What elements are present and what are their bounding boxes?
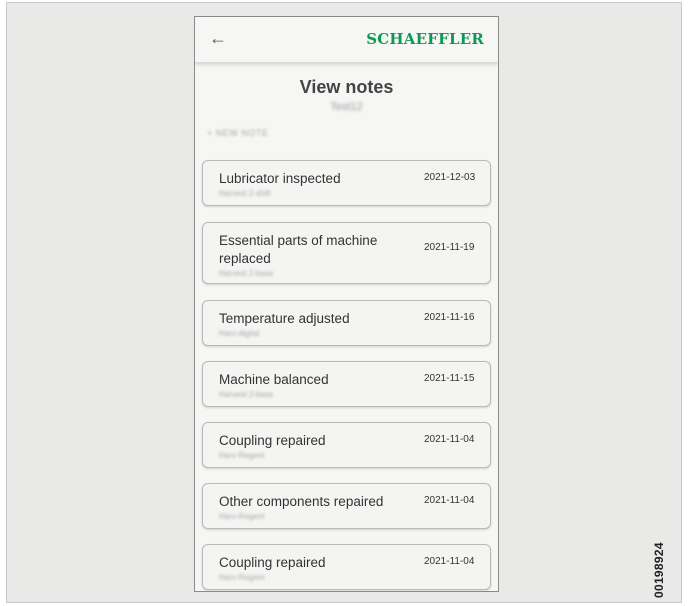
note-date: 2021-11-04 bbox=[424, 434, 475, 445]
note-subtitle: Harv-Regent bbox=[219, 451, 265, 460]
page-title: View notes bbox=[299, 77, 394, 97]
note-subtitle: Harvest 2-base bbox=[219, 269, 274, 278]
note-title: Coupling repaired bbox=[219, 433, 326, 448]
note-date: 2021-11-04 bbox=[424, 556, 475, 567]
note-card[interactable]: Coupling repaired Harv-Regent 2021-11-04 bbox=[202, 544, 491, 590]
app-bar: ← SCHAEFFLER bbox=[195, 17, 498, 63]
note-card[interactable]: Essential parts of machine replaced Harv… bbox=[202, 222, 491, 284]
note-card[interactable]: Coupling repaired Harv-Regent 2021-11-04 bbox=[202, 422, 491, 468]
brand-logo: SCHAEFFLER bbox=[366, 30, 484, 48]
note-title: Other components repaired bbox=[219, 494, 384, 509]
note-subtitle: Harv-Regent bbox=[219, 573, 265, 582]
note-date: 2021-11-16 bbox=[424, 312, 475, 323]
note-card[interactable]: Lubricator inspected Harvest 2-shift 202… bbox=[202, 160, 491, 206]
phone-screen: ← SCHAEFFLER View notes Test12 + NEW NOT… bbox=[194, 16, 499, 592]
note-title: Temperature adjusted bbox=[219, 311, 350, 326]
page-subtitle: Test12 bbox=[330, 101, 363, 113]
note-title: Coupling repaired bbox=[219, 555, 326, 570]
note-subtitle: Harv-digital bbox=[219, 329, 260, 338]
note-date: 2021-11-04 bbox=[424, 495, 475, 506]
document-id: 00198924 bbox=[652, 542, 666, 598]
note-date: 2021-11-15 bbox=[424, 373, 475, 384]
note-card[interactable]: Machine balanced Harvest 2-base 2021-11-… bbox=[202, 361, 491, 407]
back-button[interactable]: ← bbox=[207, 27, 229, 49]
note-title: Lubricator inspected bbox=[219, 171, 341, 186]
note-subtitle: Harv-Regent bbox=[219, 512, 265, 521]
note-subtitle: Harvest 2-base bbox=[219, 390, 274, 399]
note-card[interactable]: Other components repaired Harv-Regent 20… bbox=[202, 483, 491, 529]
note-title: Machine balanced bbox=[219, 372, 329, 387]
note-card[interactable]: Temperature adjusted Harv-digital 2021-1… bbox=[202, 300, 491, 346]
note-date: 2021-12-03 bbox=[424, 172, 476, 183]
note-date: 2021-11-19 bbox=[424, 242, 475, 253]
note-title: Essential parts of machine replaced bbox=[219, 233, 378, 266]
arrow-left-icon: ← bbox=[209, 27, 227, 48]
note-subtitle: Harvest 2-shift bbox=[219, 189, 271, 198]
new-note-button[interactable]: + NEW NOTE bbox=[207, 128, 268, 138]
